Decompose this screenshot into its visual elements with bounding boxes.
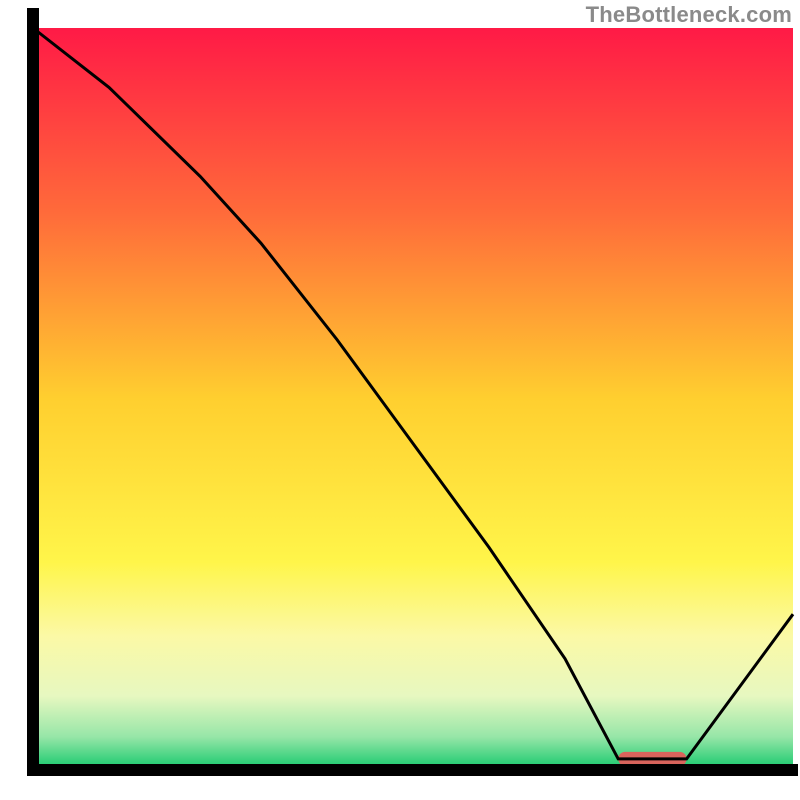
plot-background [33,28,793,770]
watermark-text: TheBottleneck.com [586,2,792,28]
chart-stage: TheBottleneck.com [0,0,800,800]
bottleneck-chart [0,0,800,800]
